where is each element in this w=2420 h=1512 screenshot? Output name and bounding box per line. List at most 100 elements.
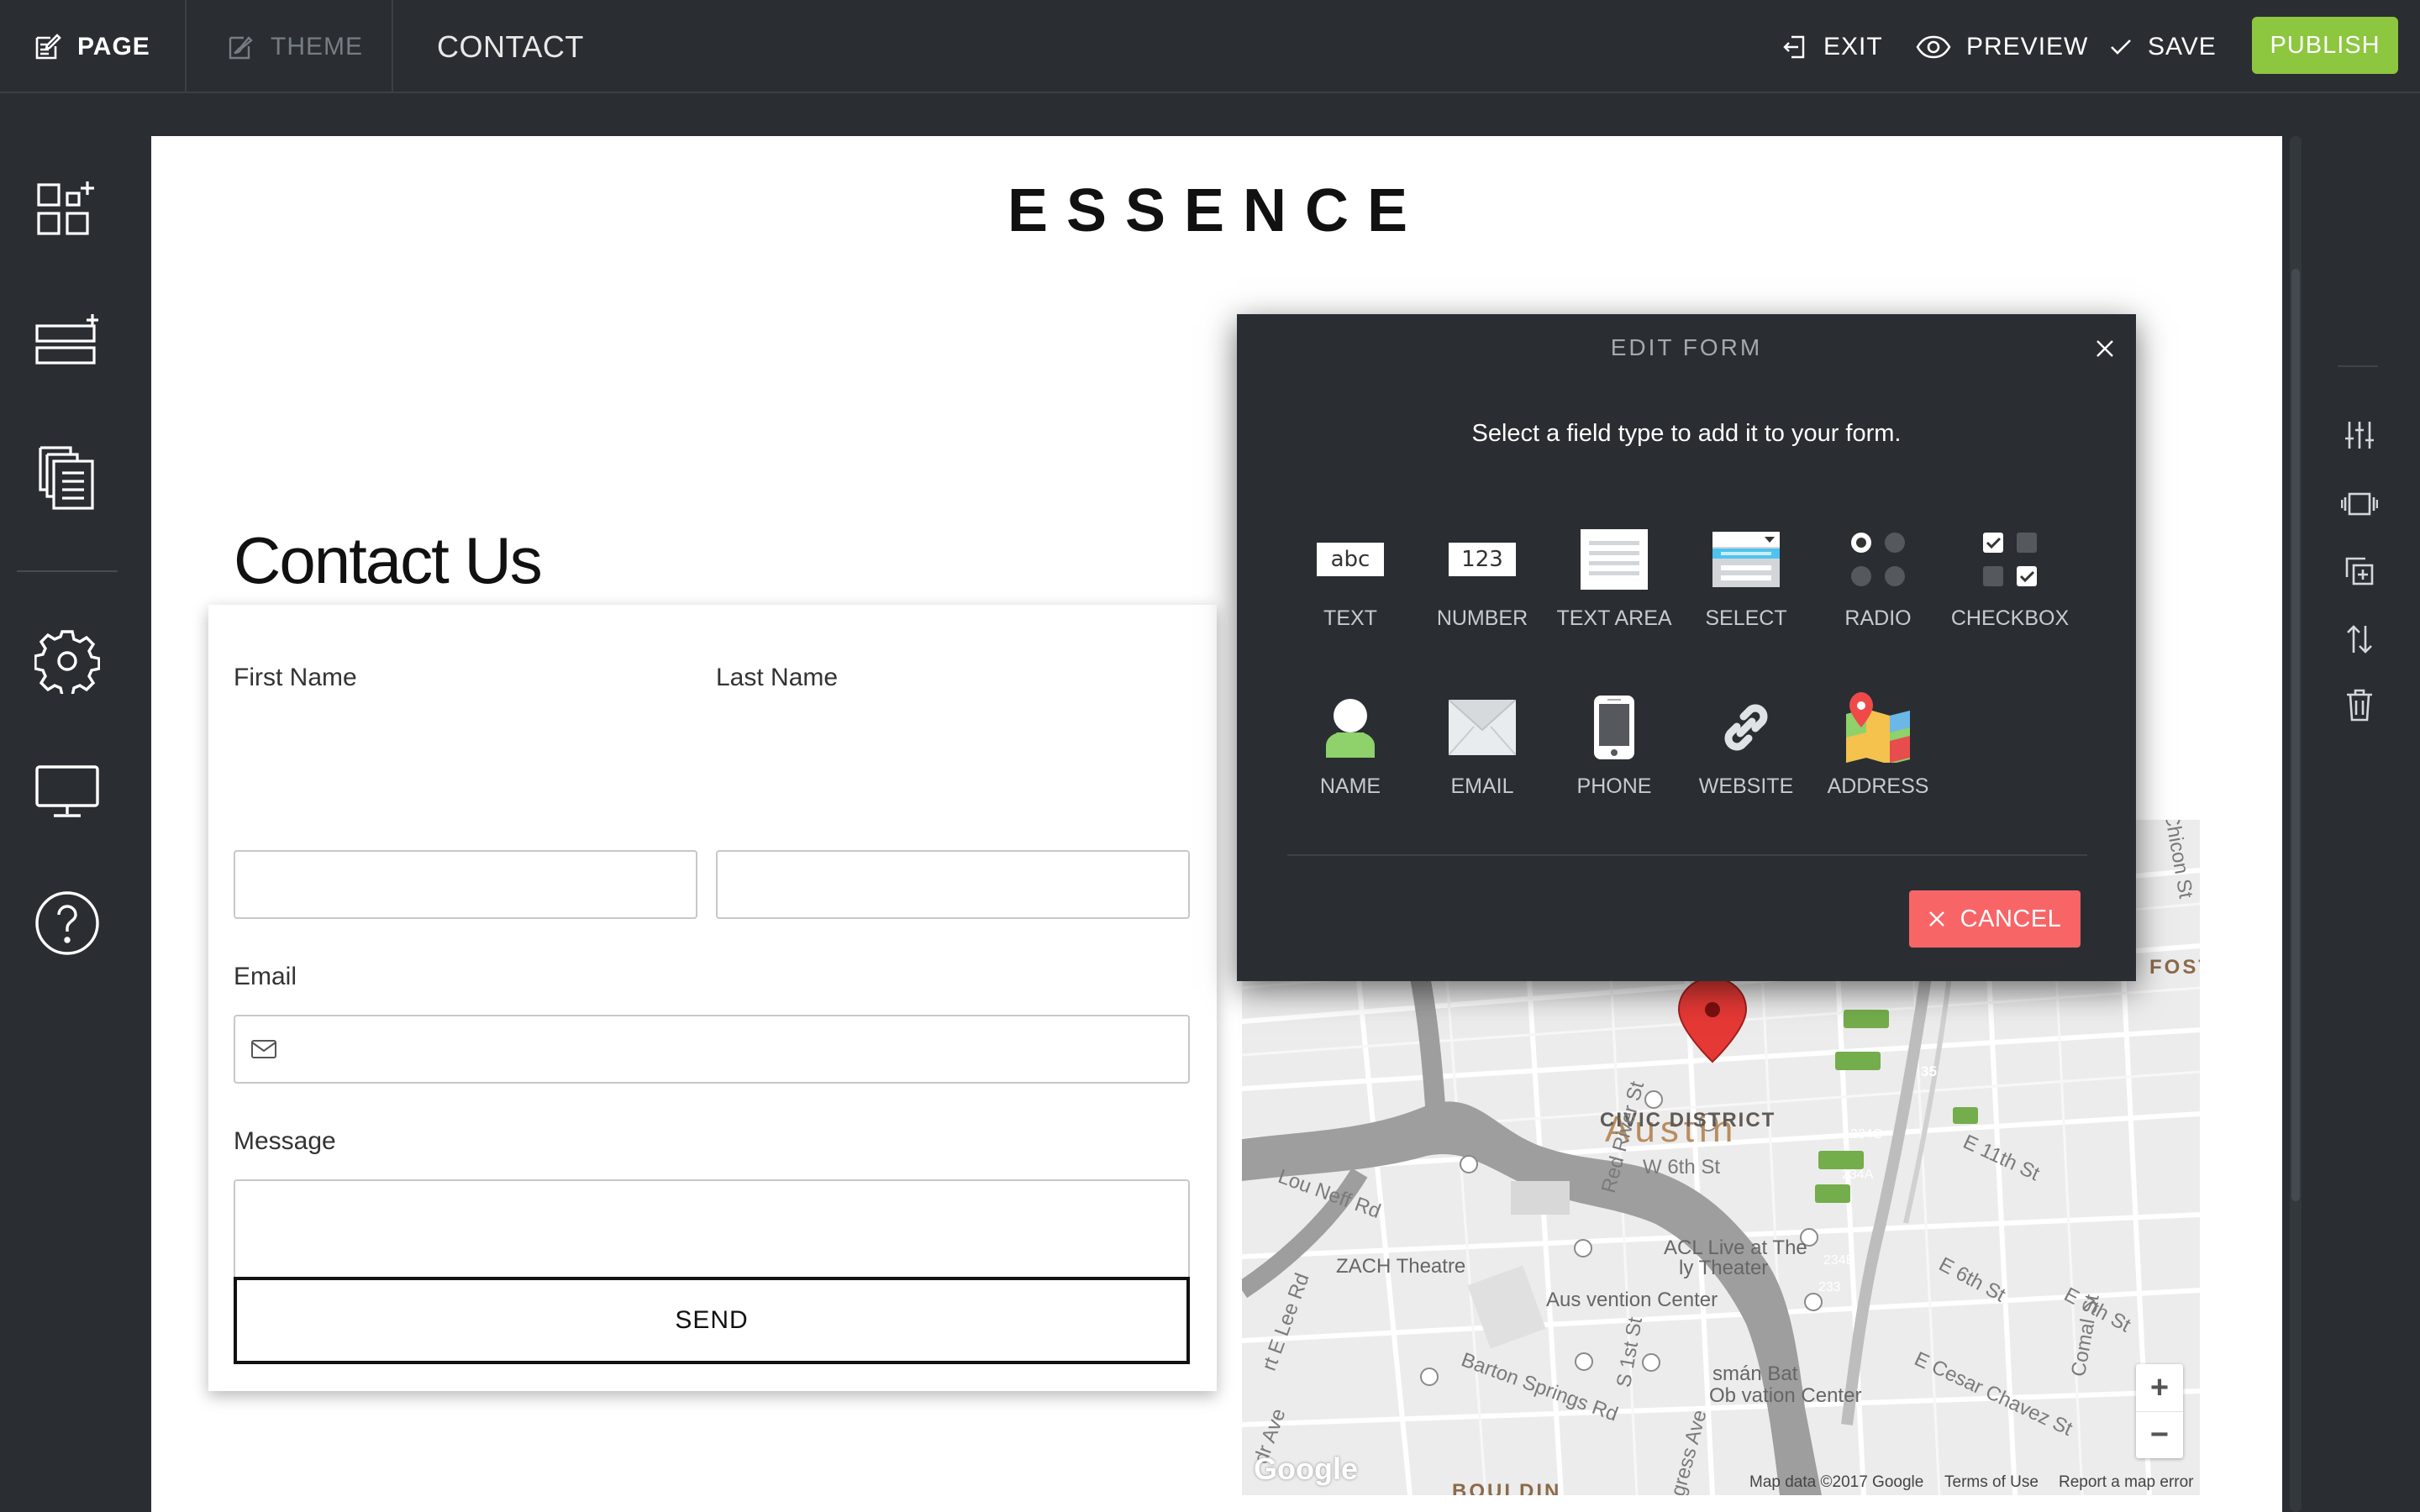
number-field-icon: 123 [1449,526,1516,593]
map-w6th-label: W 6th St [1643,1156,1721,1179]
field-type-name[interactable]: NAME [1284,694,1417,828]
text-field-glyph: abc [1331,547,1370,572]
grid-plus-icon [37,181,94,235]
layout-button[interactable] [2341,486,2378,522]
email-label: Email [234,963,297,990]
field-type-website[interactable]: WEBSITE [1680,694,1812,828]
envelope-icon [251,1040,276,1058]
desktop-view-button[interactable] [30,754,104,828]
sort-icon [2347,625,2372,654]
pages-button[interactable] [30,441,104,515]
eye-icon [1916,35,1951,58]
current-page-label: CONTACT [437,29,584,64]
publish-button[interactable]: PUBLISH [2252,17,2398,74]
map-foster-label: FOSTE [2149,956,2200,979]
map-bouldin-label: BOULDIN [1452,1480,1562,1495]
first-name-label: First Name [234,664,357,691]
top-toolbar: PAGE THEME CONTACT EXIT PREVIEW SAVE PUB… [0,0,2420,93]
canvas-scrollbar-thumb[interactable] [2291,269,2300,1201]
carousel-icon [2341,492,2378,516]
current-page-name[interactable]: CONTACT [437,0,584,93]
field-type-number[interactable]: 123 NUMBER [1416,526,1549,660]
map-234c-shield: 234C [1850,1127,1883,1142]
delete-button[interactable] [2341,686,2378,723]
exit-icon [1783,35,1805,58]
checkbox-field-icon [1976,526,2044,593]
map-233-shield: 233 [1818,1280,1841,1294]
text-field-icon: abc [1317,526,1384,593]
page-tab[interactable]: PAGE [34,0,150,93]
save-button[interactable]: SAVE [2109,0,2217,93]
field-type-email[interactable]: EMAIL [1416,694,1549,828]
modal-close-button[interactable] [2091,334,2119,363]
field-type-text[interactable]: abc TEXT [1284,526,1417,660]
map-zoom-in-button[interactable]: + [2136,1364,2183,1411]
field-type-textarea[interactable]: TEXT AREA [1548,526,1681,660]
modal-instructions: Select a field type to add it to your fo… [1471,420,1902,447]
sliders-icon [2345,422,2374,449]
number-field-glyph: 123 [1461,547,1503,572]
right-toolbar [2302,95,2420,1512]
edit-form-modal: EDIT FORM Select a field type to add it … [1237,314,2136,981]
field-type-select[interactable]: SELECT [1680,526,1812,660]
envelope-icon [1449,694,1516,761]
field-type-phone[interactable]: PHONE [1548,694,1681,828]
exit-button[interactable]: EXIT [1781,0,1883,93]
rows-plus-icon [35,314,98,365]
textarea-field-icon [1581,526,1648,593]
map-zoom-out-button[interactable]: − [2136,1411,2183,1458]
last-name-input[interactable] [716,850,1190,919]
theme-brush-icon [229,35,253,59]
monitor-icon [35,765,99,817]
left-sidebar [0,95,134,1512]
map-terms-link[interactable]: Terms of Use [1944,1473,2039,1492]
map-pin-icon [1844,692,1912,763]
adjust-button[interactable] [2341,417,2378,454]
map-theater-label: ly Theater [1679,1257,1769,1279]
help-icon [35,891,99,955]
reorder-button[interactable] [2341,621,2378,658]
link-icon [1712,694,1780,761]
settings-button[interactable] [30,624,104,698]
map-report-link[interactable]: Report a map error [2059,1473,2194,1492]
site-logo[interactable]: ESSENCE [151,176,2282,245]
duplicate-button[interactable] [2341,553,2378,590]
exit-label: EXIT [1823,32,1883,60]
help-button[interactable] [30,886,104,960]
duplicate-icon [2345,557,2374,585]
map-data-credit: Map data ©2017 Google [1749,1473,1924,1491]
close-icon [1928,911,1944,927]
modal-title: EDIT FORM [1610,334,1763,360]
send-button[interactable]: SEND [234,1277,1190,1364]
map-zoom-control: + − [2136,1364,2183,1458]
contact-form[interactable]: First Name Last Name Email Message SEND [208,605,1217,1391]
field-type-address[interactable]: ADDRESS [1812,692,1944,828]
field-type-checkbox[interactable]: CHECKBOX [1944,526,2076,660]
person-icon [1317,694,1384,761]
add-section-button[interactable] [30,303,104,377]
email-input[interactable] [234,1015,1190,1084]
first-name-input[interactable] [234,850,697,919]
modal-divider [1287,854,2087,856]
last-name-label: Last Name [716,664,839,691]
save-label: SAVE [2148,32,2217,60]
sidebar-divider [17,570,118,572]
preview-button[interactable]: PREVIEW [1916,0,2088,93]
preview-label: PREVIEW [1966,32,2089,60]
add-element-button[interactable] [30,172,104,246]
field-type-address-label: ADDRESS [1827,774,1929,798]
google-logo[interactable]: Google [1254,1452,1358,1487]
map-234b-shield: 234B [1823,1253,1855,1268]
radio-field-icon [1844,526,1912,593]
check-icon [2111,39,2131,55]
page-edit-icon [35,33,61,59]
gear-icon [34,630,100,694]
close-icon [2096,340,2113,357]
map-bat-label: smán Bat [1712,1362,1798,1385]
cancel-button[interactable]: CANCEL [1909,890,2081,948]
pages-icon [39,446,94,510]
theme-tab[interactable]: THEME [185,0,393,93]
select-field-icon [1712,526,1780,593]
field-type-radio[interactable]: RADIO [1812,526,1944,660]
contact-heading[interactable]: Contact Us [234,522,543,599]
